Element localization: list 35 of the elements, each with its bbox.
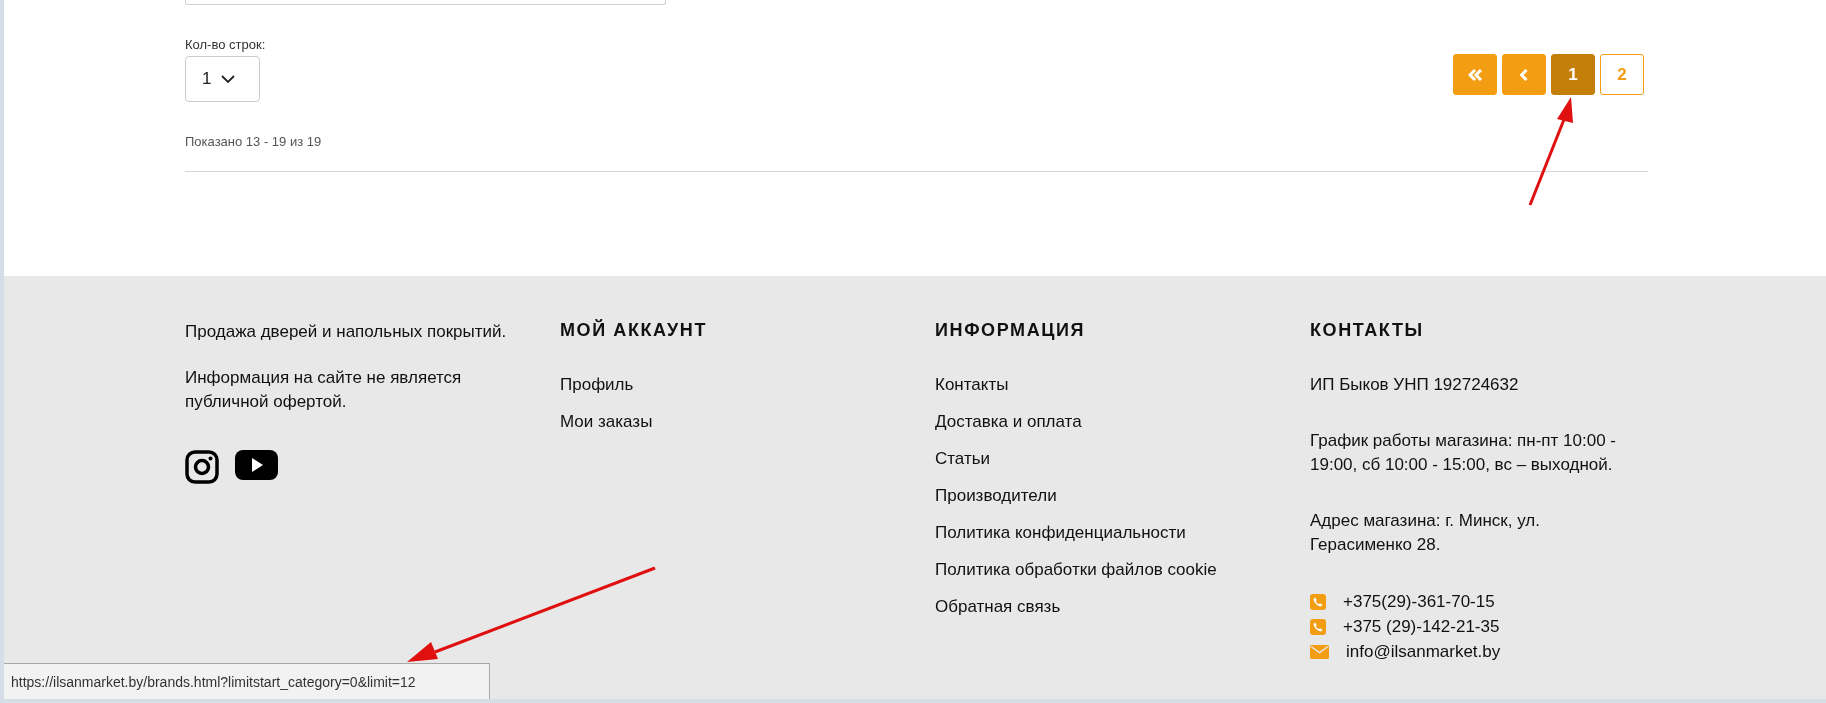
footer-heading: ИНФОРМАЦИЯ: [935, 320, 1087, 341]
email-text: info@ilsanmarket.by: [1346, 641, 1501, 663]
footer-link[interactable]: Политика обработки файлов cookie: [935, 558, 1217, 582]
contact-text: График работы магазина: пн-пт 10:00 - 19:00, сб 10:00 - 15:00, вс – выходной.: [1310, 430, 1617, 476]
footer-link[interactable]: Профиль: [560, 373, 634, 397]
previous-page-button[interactable]: [1502, 54, 1546, 95]
footer-link[interactable]: Производители: [935, 484, 1057, 508]
rows-select[interactable]: 1: [185, 56, 260, 102]
rows-label: Кол-во строк:: [185, 37, 267, 52]
footer-link[interactable]: Статьи: [935, 447, 991, 471]
status-url-tooltip: https://ilsanmarket.by/brands.html?limitstart_category=0&limit=12: [4, 663, 490, 699]
phone-text: +375 (29)-142-21-35: [1343, 616, 1500, 638]
input-field[interactable]: [185, 0, 666, 5]
chevron-down-icon: [221, 75, 236, 83]
footer-text: Информация на сайте не является публичной офертой.: [185, 367, 463, 413]
phone-text: +375(29)-361-70-15: [1343, 591, 1495, 613]
footer-link[interactable]: Мои заказы: [560, 410, 653, 434]
footer-heading: КОНТАКТЫ: [1310, 320, 1425, 341]
phone-icon: [1310, 618, 1326, 635]
double-chevron-left-icon: [1468, 68, 1482, 81]
footer-link[interactable]: Политика конфиденциальности: [935, 521, 1186, 545]
contact-text: Адрес магазина: г. Минск, ул. Герасименко 28.: [1310, 510, 1541, 556]
instagram-icon[interactable]: [185, 450, 219, 484]
chevron-left-icon: [1520, 68, 1528, 81]
footer-link[interactable]: Обратная связь: [935, 595, 1061, 619]
footer-link[interactable]: Доставка и оплата: [935, 410, 1082, 434]
footer-text: Продажа дверей и напольных покрытий.: [185, 321, 508, 343]
phone-icon: [1310, 593, 1326, 610]
first-page-button[interactable]: [1453, 54, 1497, 95]
envelope-icon: [1310, 644, 1329, 659]
contact-text: ИП Быков УНП 192724632: [1310, 374, 1520, 396]
footer-heading: МОЙ АККАУНТ: [560, 320, 708, 341]
footer-link[interactable]: Контакты: [935, 373, 1009, 397]
results-count: Показано 13 - 19 из 19: [185, 134, 322, 149]
youtube-icon[interactable]: [235, 450, 278, 480]
